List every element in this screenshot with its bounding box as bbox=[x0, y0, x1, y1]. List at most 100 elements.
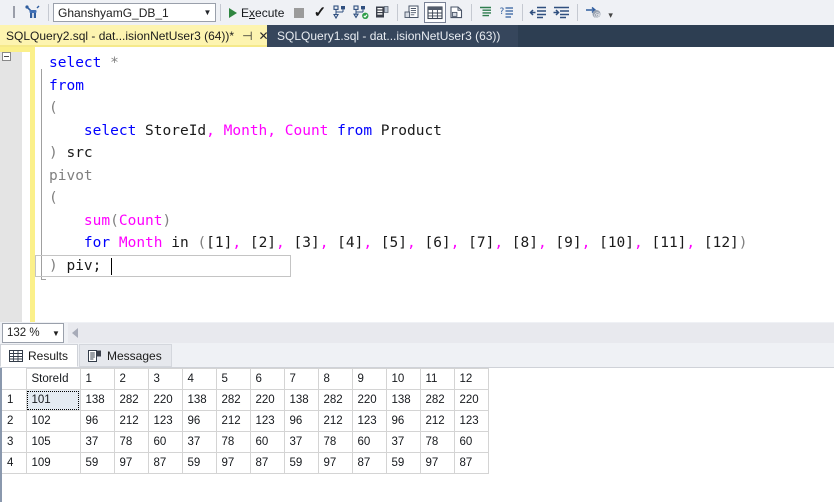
results-to-grid-button[interactable] bbox=[424, 2, 447, 23]
pin-icon[interactable]: ⊣ bbox=[242, 30, 252, 42]
table-cell[interactable]: 138 bbox=[79, 389, 115, 411]
grid-corner-cell[interactable] bbox=[2, 368, 27, 390]
tab-messages[interactable]: Messages bbox=[79, 344, 172, 367]
increase-indent-button[interactable] bbox=[550, 2, 573, 23]
table-cell[interactable]: 212 bbox=[317, 410, 353, 432]
table-cell[interactable]: 212 bbox=[419, 410, 455, 432]
table-cell[interactable]: 97 bbox=[215, 452, 251, 474]
table-cell[interactable]: 220 bbox=[147, 389, 183, 411]
results-grid-container[interactable]: StoreId 1 2 3 4 5 6 7 8 9 10 11 12 1 101 138 282 220 138 28… bbox=[0, 368, 834, 502]
table-cell[interactable]: 220 bbox=[249, 389, 285, 411]
tab-sqlquery2[interactable]: SQLQuery2.sql - dat...isionNetUser3 (64)… bbox=[0, 25, 273, 47]
table-cell[interactable]: 138 bbox=[181, 389, 217, 411]
table-cell[interactable]: 78 bbox=[215, 431, 251, 453]
column-header[interactable]: StoreId bbox=[25, 368, 81, 390]
comment-lines-button[interactable] bbox=[476, 2, 497, 23]
display-estimated-execution-plan-button[interactable] bbox=[330, 2, 351, 23]
results-grid[interactable]: StoreId 1 2 3 4 5 6 7 8 9 10 11 12 1 101 138 282 220 138 28… bbox=[2, 368, 489, 474]
table-cell[interactable]: 123 bbox=[249, 410, 285, 432]
table-cell[interactable]: 212 bbox=[113, 410, 149, 432]
column-header[interactable]: 11 bbox=[419, 368, 455, 390]
column-header[interactable]: 10 bbox=[385, 368, 421, 390]
chevron-down-icon[interactable]: ▼ bbox=[200, 8, 215, 17]
column-header[interactable]: 4 bbox=[181, 368, 217, 390]
scroll-left-icon[interactable] bbox=[72, 328, 78, 338]
table-cell[interactable]: 59 bbox=[181, 452, 217, 474]
row-number[interactable]: 3 bbox=[2, 431, 27, 453]
table-cell[interactable]: 96 bbox=[283, 410, 319, 432]
column-header[interactable]: 3 bbox=[147, 368, 183, 390]
toolbar-overflow-button[interactable]: ▾ bbox=[605, 10, 616, 21]
table-cell[interactable]: 59 bbox=[385, 452, 421, 474]
table-cell[interactable]: 37 bbox=[385, 431, 421, 453]
include-client-statistics-button[interactable] bbox=[372, 2, 393, 23]
table-cell[interactable]: 96 bbox=[385, 410, 421, 432]
column-header[interactable]: 8 bbox=[317, 368, 353, 390]
sql-editor[interactable]: select * from ( select StoreId, Month, Cou… bbox=[0, 47, 834, 322]
table-cell[interactable]: 123 bbox=[453, 410, 489, 432]
tab-results[interactable]: Results bbox=[0, 344, 79, 367]
table-cell[interactable]: 282 bbox=[317, 389, 353, 411]
table-cell[interactable]: 282 bbox=[113, 389, 149, 411]
row-number[interactable]: 2 bbox=[2, 410, 27, 432]
table-cell[interactable]: 101 bbox=[25, 389, 81, 411]
column-header[interactable]: 2 bbox=[113, 368, 149, 390]
table-cell[interactable]: 60 bbox=[351, 431, 387, 453]
decrease-indent-button[interactable] bbox=[527, 2, 550, 23]
table-cell[interactable]: 97 bbox=[419, 452, 455, 474]
table-row[interactable]: 4 109 59 97 87 59 97 87 59 97 87 59 97 87 bbox=[2, 452, 489, 474]
table-cell[interactable]: 78 bbox=[113, 431, 149, 453]
stop-button[interactable] bbox=[288, 2, 309, 23]
execute-button[interactable]: Execute bbox=[225, 2, 288, 23]
results-to-file-button[interactable] bbox=[446, 2, 467, 23]
table-cell[interactable]: 97 bbox=[113, 452, 149, 474]
table-row[interactable]: 2 102 96 212 123 96 212 123 96 212 123 96 212 123 bbox=[2, 410, 489, 432]
table-cell[interactable]: 212 bbox=[215, 410, 251, 432]
table-cell[interactable]: 105 bbox=[25, 431, 81, 453]
collapse-region-icon[interactable] bbox=[2, 52, 11, 61]
row-number[interactable]: 1 bbox=[2, 389, 27, 411]
table-cell[interactable]: 87 bbox=[249, 452, 285, 474]
table-cell[interactable]: 138 bbox=[385, 389, 421, 411]
parse-button[interactable]: ✓ bbox=[309, 2, 330, 23]
partial-icon[interactable] bbox=[2, 2, 23, 23]
specify-template-parameters-button[interactable]: @ bbox=[582, 2, 605, 23]
table-row[interactable]: 3 105 37 78 60 37 78 60 37 78 60 37 78 60 bbox=[2, 431, 489, 453]
debug-icon[interactable] bbox=[23, 2, 44, 23]
horizontal-scrollbar[interactable] bbox=[68, 323, 834, 343]
table-cell[interactable]: 78 bbox=[419, 431, 455, 453]
table-cell[interactable]: 37 bbox=[79, 431, 115, 453]
table-cell[interactable]: 87 bbox=[147, 452, 183, 474]
table-cell[interactable]: 87 bbox=[351, 452, 387, 474]
table-cell[interactable]: 96 bbox=[181, 410, 217, 432]
code-text[interactable]: select * from ( select StoreId, Month, Cou… bbox=[35, 52, 834, 322]
table-cell[interactable]: 60 bbox=[453, 431, 489, 453]
table-cell[interactable]: 102 bbox=[25, 410, 81, 432]
table-cell[interactable]: 220 bbox=[453, 389, 489, 411]
zoom-selector[interactable]: 132 % ▼ bbox=[2, 323, 64, 343]
column-header[interactable]: 9 bbox=[351, 368, 387, 390]
table-cell[interactable]: 97 bbox=[317, 452, 353, 474]
table-cell[interactable]: 123 bbox=[147, 410, 183, 432]
column-header[interactable]: 12 bbox=[453, 368, 489, 390]
table-cell[interactable]: 60 bbox=[249, 431, 285, 453]
chevron-down-icon[interactable]: ▼ bbox=[49, 329, 63, 338]
uncomment-lines-button[interactable]: ? bbox=[497, 2, 518, 23]
table-cell[interactable]: 220 bbox=[351, 389, 387, 411]
column-header[interactable]: 7 bbox=[283, 368, 319, 390]
table-cell[interactable]: 123 bbox=[351, 410, 387, 432]
column-header[interactable]: 5 bbox=[215, 368, 251, 390]
table-cell[interactable]: 87 bbox=[453, 452, 489, 474]
table-cell[interactable]: 96 bbox=[79, 410, 115, 432]
tab-sqlquery1[interactable]: SQLQuery1.sql - dat...isionNetUser3 (63)… bbox=[267, 25, 519, 47]
table-cell[interactable]: 37 bbox=[283, 431, 319, 453]
table-cell[interactable]: 37 bbox=[181, 431, 217, 453]
table-cell[interactable]: 109 bbox=[25, 452, 81, 474]
include-actual-execution-plan-button[interactable] bbox=[351, 2, 372, 23]
table-cell[interactable]: 59 bbox=[283, 452, 319, 474]
table-row[interactable]: 1 101 138 282 220 138 282 220 138 282 220 138 282 220 bbox=[2, 389, 489, 411]
column-header[interactable]: 6 bbox=[249, 368, 285, 390]
table-cell[interactable]: 59 bbox=[79, 452, 115, 474]
table-cell[interactable]: 60 bbox=[147, 431, 183, 453]
table-cell[interactable]: 78 bbox=[317, 431, 353, 453]
